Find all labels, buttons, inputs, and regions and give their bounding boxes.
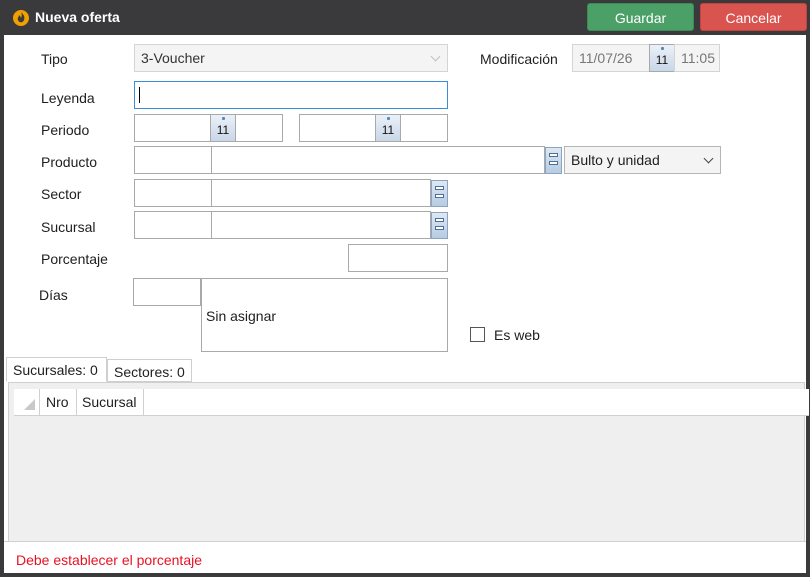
- periodo-end-date[interactable]: [299, 114, 376, 142]
- text-caret: [139, 87, 140, 103]
- producto-label: Producto: [41, 154, 98, 170]
- divider: [4, 541, 806, 542]
- sector-code-input[interactable]: [134, 179, 212, 207]
- sector-label: Sector: [41, 186, 82, 202]
- periodo-start-date[interactable]: [134, 114, 211, 142]
- modificacion-time-field: 11:05: [674, 44, 720, 72]
- producto-code-input[interactable]: [134, 146, 212, 174]
- tab-sectores[interactable]: Sectores: 0: [107, 359, 192, 382]
- calendar-icon[interactable]: 11: [210, 114, 236, 142]
- tipo-value: 3-Voucher: [141, 50, 205, 66]
- sucursales-grid[interactable]: Nro Sucursal: [8, 382, 809, 542]
- periodo-start-time[interactable]: [235, 114, 283, 142]
- dias-display[interactable]: Sin asignar: [201, 278, 448, 352]
- lookup-list-icon[interactable]: [431, 180, 448, 207]
- cancel-button[interactable]: Cancelar: [700, 3, 807, 31]
- dias-label: Días: [39, 287, 68, 303]
- flame-icon: [13, 10, 29, 26]
- column-header-nro[interactable]: Nro: [41, 389, 77, 416]
- leyenda-input[interactable]: [134, 81, 448, 109]
- es-web-checkbox[interactable]: [470, 327, 485, 342]
- calendar-icon[interactable]: 11: [649, 44, 675, 72]
- periodo-end-time[interactable]: [400, 114, 448, 142]
- grid-header: Nro Sucursal: [14, 389, 809, 416]
- form-content: Tipo 3-Voucher Modificación 11/07/26 11 …: [4, 35, 809, 573]
- leyenda-label: Leyenda: [41, 90, 95, 106]
- save-button[interactable]: Guardar: [587, 3, 694, 31]
- sucursal-label: Sucursal: [41, 219, 96, 235]
- select-all-corner[interactable]: [14, 389, 40, 416]
- lookup-list-icon[interactable]: [431, 212, 448, 239]
- sucursal-description-input[interactable]: [211, 211, 431, 239]
- chevron-down-icon: [703, 153, 714, 164]
- periodo-label: Periodo: [41, 122, 90, 138]
- tipo-select[interactable]: 3-Voucher: [134, 44, 448, 72]
- producto-unit-value: Bulto y unidad: [571, 152, 660, 168]
- sector-description-input[interactable]: [211, 179, 431, 207]
- lookup-list-icon[interactable]: [545, 147, 562, 174]
- porcentaje-label: Porcentaje: [41, 251, 108, 267]
- dias-input[interactable]: [133, 278, 201, 306]
- porcentaje-input[interactable]: [348, 244, 448, 272]
- producto-description-input[interactable]: [211, 146, 545, 174]
- window-title: Nueva oferta: [35, 9, 120, 25]
- chevron-down-icon: [430, 51, 441, 62]
- column-header-sucursal[interactable]: Sucursal: [77, 389, 144, 416]
- dias-text: Sin asignar: [206, 308, 277, 324]
- producto-unit-select[interactable]: Bulto y unidad: [564, 146, 721, 174]
- status-message: Debe establecer el porcentaje: [16, 552, 203, 568]
- sucursal-code-input[interactable]: [134, 211, 212, 239]
- tipo-label: Tipo: [41, 51, 68, 67]
- calendar-icon[interactable]: 11: [375, 114, 401, 142]
- modificacion-date-field: 11/07/26: [572, 44, 650, 72]
- es-web-label: Es web: [494, 327, 540, 343]
- modificacion-label: Modificación: [480, 51, 558, 67]
- title-bar: Nueva oferta Guardar Cancelar: [0, 0, 810, 35]
- tab-sucursales[interactable]: Sucursales: 0: [6, 357, 107, 382]
